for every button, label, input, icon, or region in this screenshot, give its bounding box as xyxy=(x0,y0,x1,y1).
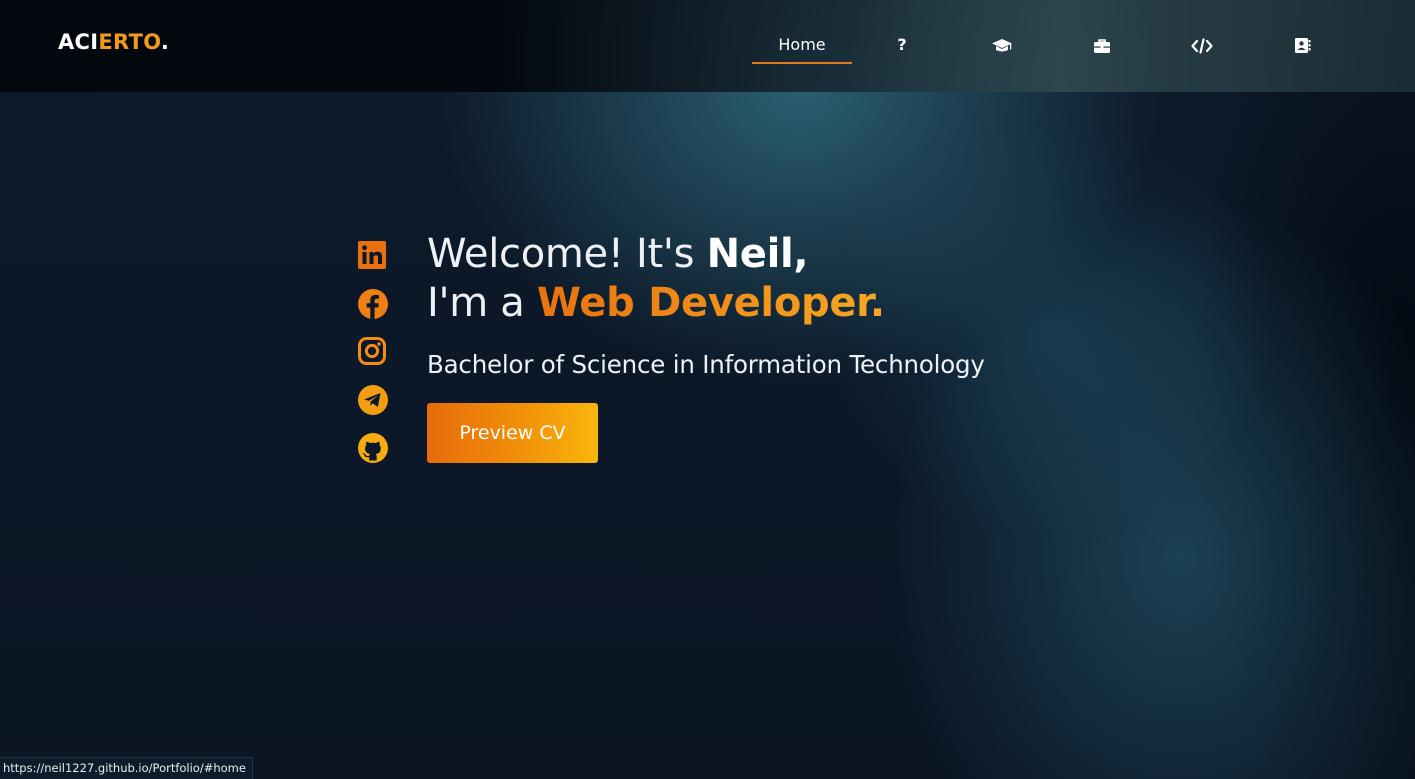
contact-book-icon xyxy=(1294,35,1311,54)
github-icon xyxy=(357,433,389,468)
hero-name: Neil, xyxy=(706,231,809,277)
briefcase-icon xyxy=(1093,35,1111,54)
nav-about[interactable]: ? xyxy=(852,28,952,62)
hero-subtitle: Bachelor of Science in Information Techn… xyxy=(427,350,985,379)
hero-line-1: Welcome! It's Neil, xyxy=(427,230,885,279)
site-logo[interactable]: ACIERTO. xyxy=(58,30,169,54)
facebook-icon xyxy=(357,289,389,324)
hero-greeting: Welcome! It's xyxy=(427,231,707,277)
telegram-link[interactable] xyxy=(357,384,389,416)
github-link[interactable] xyxy=(357,432,389,464)
logo-text-white: ACI xyxy=(58,30,99,54)
navbar: ACIERTO. Home ? xyxy=(0,0,1415,92)
linkedin-icon xyxy=(357,241,389,276)
nav-experience[interactable] xyxy=(1052,28,1152,62)
hero-intro: I'm a xyxy=(427,280,537,326)
status-bar-url: https://neil1227.github.io/Portfolio/#ho… xyxy=(0,757,253,779)
code-icon xyxy=(1191,35,1213,54)
nav-home[interactable]: Home xyxy=(752,28,852,64)
logo-text-orange: ERTO xyxy=(98,30,161,54)
nav-about-label: ? xyxy=(897,35,907,54)
facebook-link[interactable] xyxy=(357,288,389,320)
nav-projects[interactable] xyxy=(1152,28,1252,62)
hero-line-2: I'm a Web Developer. xyxy=(427,279,885,328)
instagram-link[interactable] xyxy=(357,336,389,368)
telegram-icon xyxy=(357,385,389,420)
hero-role: Web Developer. xyxy=(536,280,885,326)
nav-contact[interactable] xyxy=(1252,28,1352,62)
nav-home-label: Home xyxy=(778,35,826,54)
logo-dot: . xyxy=(160,30,170,54)
graduation-cap-icon xyxy=(991,35,1013,54)
hero: Welcome! It's Neil, I'm a Web Developer.… xyxy=(427,230,985,463)
preview-cv-button[interactable]: Preview CV xyxy=(427,403,598,463)
linkedin-link[interactable] xyxy=(357,240,389,272)
instagram-icon xyxy=(357,337,389,372)
nav-education[interactable] xyxy=(952,28,1052,62)
background xyxy=(0,0,1415,779)
